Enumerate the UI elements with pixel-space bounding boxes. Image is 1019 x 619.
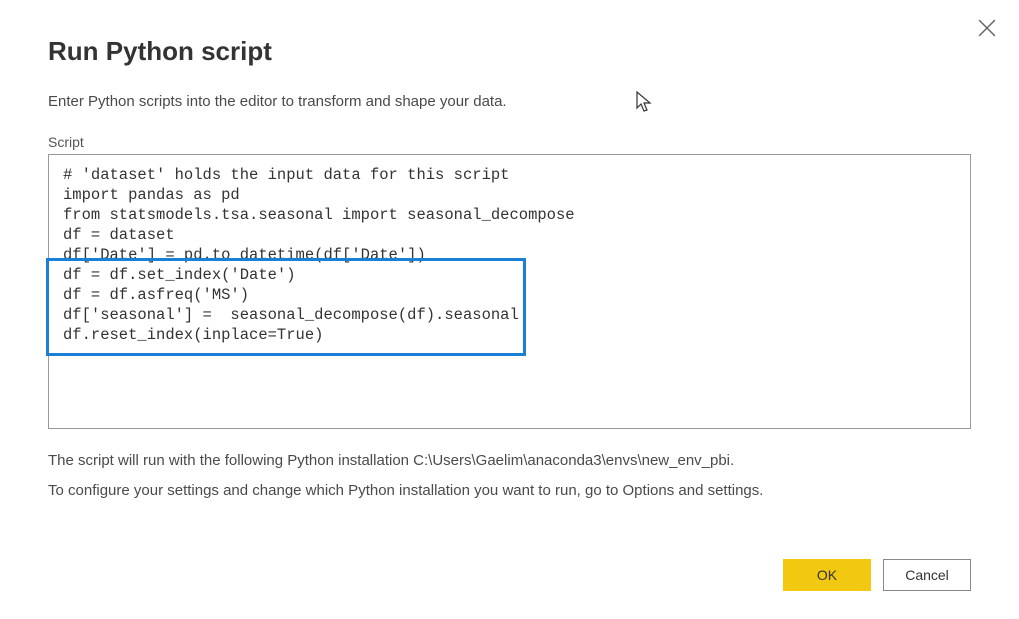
configure-settings-text: To configure your settings and change wh…: [48, 476, 971, 506]
button-row: OK Cancel: [783, 559, 971, 591]
ok-button[interactable]: OK: [783, 559, 871, 591]
instruction-label: Enter Python scripts into the editor to …: [48, 93, 507, 110]
dialog-title: Run Python script: [48, 36, 971, 67]
script-section: Script: [48, 134, 971, 434]
close-icon: [978, 19, 996, 37]
cursor-icon: [636, 91, 654, 119]
script-editor[interactable]: [48, 154, 971, 429]
python-install-path-text: The script will run with the following P…: [48, 446, 971, 476]
python-script-dialog: Run Python script Enter Python scripts i…: [0, 0, 1019, 619]
footer-text: The script will run with the following P…: [48, 446, 971, 506]
instruction-text: Enter Python scripts into the editor to …: [48, 93, 971, 110]
cancel-button[interactable]: Cancel: [883, 559, 971, 591]
close-button[interactable]: [971, 12, 1003, 44]
script-label: Script: [48, 134, 971, 150]
